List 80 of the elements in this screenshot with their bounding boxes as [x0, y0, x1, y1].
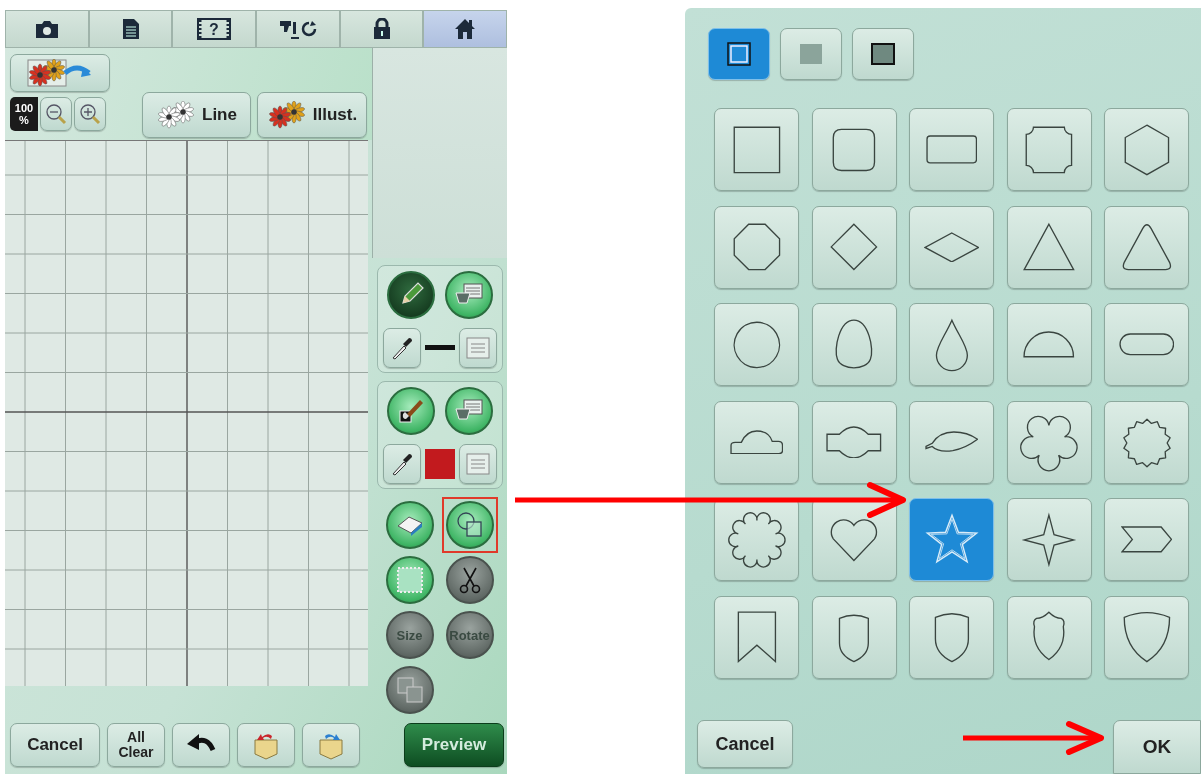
chevron-shape-icon — [1120, 526, 1173, 553]
zoom-in-icon — [79, 103, 101, 125]
shape-button[interactable] — [714, 303, 799, 386]
shape-button[interactable] — [811, 108, 897, 191]
outlined-filled-square-icon — [870, 42, 896, 66]
flat-diamond-shape-icon — [923, 231, 980, 263]
toolbar-tab[interactable] — [256, 10, 340, 48]
import-button[interactable] — [10, 54, 110, 92]
undo-button[interactable] — [172, 722, 230, 767]
shape-button[interactable] — [714, 205, 799, 289]
mode-button[interactable] — [708, 28, 770, 80]
filled-square-icon — [799, 43, 823, 65]
shape-button[interactable] — [1104, 205, 1189, 289]
eyedropper-button[interactable] — [382, 327, 421, 368]
capsule-shape-icon — [1118, 333, 1175, 356]
lock-icon — [372, 18, 391, 40]
line-button[interactable]: Line — [142, 92, 251, 138]
half-circle-shape-icon — [1023, 331, 1075, 358]
shape-button[interactable] — [909, 108, 994, 191]
shape-button[interactable] — [909, 303, 994, 386]
document-icon — [121, 18, 140, 40]
toolbar-tab[interactable]: ? — [172, 10, 256, 48]
toolbar-tab[interactable] — [423, 10, 508, 48]
home-icon — [454, 18, 477, 40]
zoom-in-button[interactable] — [74, 97, 106, 131]
zoom-out-icon — [45, 103, 67, 125]
flowers-icon — [266, 101, 307, 129]
shape-button[interactable] — [811, 400, 897, 484]
pocket-button[interactable] — [302, 722, 360, 767]
mode-button[interactable] — [852, 28, 914, 80]
shape-button[interactable] — [1104, 400, 1189, 484]
shape-button[interactable] — [714, 400, 799, 484]
shape-button[interactable] — [1104, 303, 1189, 386]
text-button[interactable]: Cancel — [10, 722, 100, 767]
list-icon — [465, 336, 490, 359]
shape-button[interactable] — [811, 205, 897, 289]
shape-button[interactable] — [1006, 303, 1092, 386]
outline-square-icon — [726, 41, 752, 67]
shape-button[interactable] — [909, 595, 994, 679]
shape-button[interactable] — [1006, 498, 1092, 581]
cloud-shape-icon — [729, 429, 784, 455]
shape-button[interactable] — [909, 400, 994, 484]
cancel-button[interactable]: Cancel — [697, 720, 793, 768]
machine-settings-icon — [278, 18, 317, 40]
camera-icon — [33, 19, 60, 39]
ok-button[interactable]: OK — [1113, 720, 1201, 774]
shape-button[interactable] — [1104, 595, 1189, 679]
shape-button[interactable] — [1006, 595, 1092, 679]
text-button[interactable]: All Clear — [107, 722, 165, 767]
shape-button[interactable] — [1006, 108, 1092, 191]
zoom-out-button[interactable] — [40, 97, 72, 131]
shape-button[interactable] — [1104, 108, 1189, 191]
toolbar-tab[interactable] — [88, 10, 173, 48]
help-icon: ? — [197, 18, 232, 40]
toolbar-tab[interactable] — [5, 10, 89, 48]
shape-button[interactable] — [714, 108, 799, 191]
label-shape-icon — [826, 425, 882, 459]
list-icon — [465, 452, 490, 475]
toolbar-tab[interactable] — [339, 10, 424, 48]
zoom-level: 100 % — [10, 97, 38, 131]
shape-button[interactable] — [811, 595, 897, 679]
flowers-icon — [156, 101, 196, 129]
shape-button[interactable] — [1104, 498, 1189, 581]
pocket-button[interactable] — [237, 722, 295, 767]
shape-button[interactable] — [714, 595, 799, 679]
shape-button[interactable] — [909, 205, 994, 289]
illustration-button[interactable]: Illust. — [257, 92, 367, 138]
preview-button[interactable]: Preview — [404, 722, 504, 767]
layers-icon — [394, 675, 425, 705]
shape-button[interactable] — [1006, 205, 1092, 289]
select-tool-button[interactable] — [385, 556, 434, 604]
leaf-shape-icon — [924, 430, 979, 454]
shape-button[interactable] — [1006, 400, 1092, 484]
circle-square-icon — [454, 510, 485, 540]
rounded-rect-shape-icon — [925, 135, 978, 164]
dotted-square-icon — [395, 566, 424, 594]
eraser-tool-button[interactable] — [385, 501, 434, 549]
shape-button[interactable] — [811, 303, 897, 386]
flowers-arrow-icon — [27, 59, 93, 87]
eyedropper-button[interactable] — [382, 443, 421, 484]
